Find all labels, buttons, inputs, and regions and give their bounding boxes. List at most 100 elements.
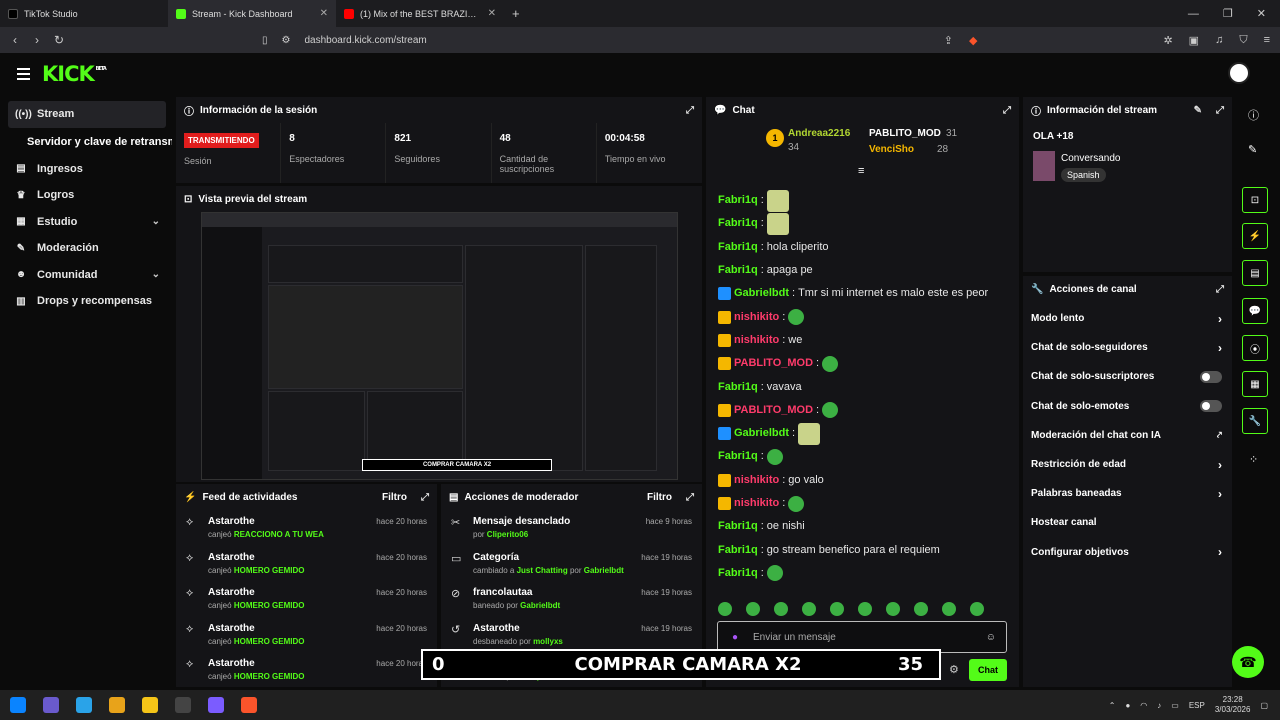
chat-username[interactable]: nishikito xyxy=(734,333,779,348)
emote-icon[interactable] xyxy=(822,402,839,419)
copilot-icon[interactable] xyxy=(109,697,125,713)
sidebar-item-logros[interactable]: ♛ Logros xyxy=(0,182,172,209)
emote-picker-icon[interactable] xyxy=(914,602,928,616)
close-icon[interactable]: ✕ xyxy=(1257,7,1266,20)
feed-user[interactable]: Astarothe xyxy=(208,516,324,527)
edit-icon[interactable]: ✎ xyxy=(1194,105,1202,116)
emote-picker-icon[interactable] xyxy=(830,602,844,616)
minimize-icon[interactable]: — xyxy=(1188,8,1199,20)
brave-icon[interactable] xyxy=(241,697,257,713)
channel-action-row[interactable]: Configurar objetivos › xyxy=(1023,538,1232,567)
expand-icon[interactable]: ⤢ xyxy=(1216,105,1224,116)
chat-username[interactable]: Fabri1q xyxy=(718,193,758,208)
expand-icon[interactable]: ⤢ xyxy=(686,492,694,503)
emote-picker-icon[interactable] xyxy=(718,602,732,616)
url-text[interactable]: dashboard.kick.com/stream xyxy=(304,35,426,46)
tab-youtube[interactable]: (1) Mix of the BEST BRAZILIAN Pl✕ xyxy=(336,0,504,27)
chat-send-button[interactable]: Chat xyxy=(969,659,1007,681)
feed-user[interactable]: Astarothe xyxy=(208,552,304,563)
chat-username[interactable]: Fabri1q xyxy=(718,240,758,255)
edit-icon[interactable]: ✎ xyxy=(1248,143,1257,156)
broadcast-widget-icon[interactable]: ⦿ xyxy=(1242,335,1268,361)
emoji-icon[interactable]: ☺ xyxy=(986,632,996,643)
sidebar-item-ingresos[interactable]: ▤ Ingresos xyxy=(0,156,172,183)
vpn-icon[interactable]: ⛉ xyxy=(1239,34,1247,47)
chat-username[interactable]: nishikito xyxy=(734,496,779,511)
music-icon[interactable]: ♫ xyxy=(1215,34,1223,47)
close-tab-icon[interactable]: ✕ xyxy=(488,8,496,19)
clock[interactable]: 23:28 3/03/2026 xyxy=(1215,695,1251,715)
bolt-widget-icon[interactable]: ⚡ xyxy=(1242,223,1268,249)
feed-user[interactable]: Astarothe xyxy=(208,587,304,598)
chat-username[interactable]: PABLITO_MOD xyxy=(734,403,813,418)
toggle-switch[interactable] xyxy=(1200,370,1222,383)
site-info-icon[interactable]: ⚙ xyxy=(282,35,291,46)
tab-kick[interactable]: Stream - Kick Dashboard ✕ xyxy=(168,0,336,27)
chat-username[interactable]: PABLITO_MOD xyxy=(734,356,813,371)
store-icon[interactable] xyxy=(76,697,92,713)
sidebar-item-server-key[interactable]: Servidor y clave de retransmisión xyxy=(0,128,172,156)
emote-icon[interactable] xyxy=(766,212,789,235)
emote-picker-icon[interactable] xyxy=(942,602,956,616)
expand-icon[interactable]: ⤢ xyxy=(421,492,429,503)
info-icon[interactable]: ⓘ xyxy=(1248,107,1259,123)
chat-username[interactable]: Gabrielbdt xyxy=(734,286,789,301)
wrench-widget-icon[interactable]: 🔧 xyxy=(1242,408,1268,434)
chat-widget-icon[interactable]: 💬 xyxy=(1242,298,1268,324)
mic-icon[interactable]: ● xyxy=(1125,701,1130,710)
help-button[interactable]: ☎ xyxy=(1232,646,1264,678)
mod-action[interactable]: Mensaje desanclado xyxy=(473,516,570,527)
extensions-icon[interactable]: ✲ xyxy=(1163,34,1172,47)
kick-logo[interactable]: KICK BETA xyxy=(42,62,107,86)
channel-action-row[interactable]: Chat de solo-seguidores › xyxy=(1023,333,1232,362)
chat-username[interactable]: Fabri1q xyxy=(718,216,758,231)
sidebar-item-estudio[interactable]: ▦ Estudio ⌄ xyxy=(0,209,172,236)
channel-action-row[interactable]: Restricción de edad › xyxy=(1023,450,1232,479)
mod-action[interactable]: Categoría xyxy=(473,552,624,563)
expand-icon[interactable]: ⤢ xyxy=(1003,105,1011,116)
chat-username[interactable]: Fabri1q xyxy=(718,566,758,581)
emote-icon[interactable] xyxy=(766,448,783,465)
toggle-switch[interactable] xyxy=(1200,400,1222,413)
notes-widget-icon[interactable]: ▤ xyxy=(1242,260,1268,286)
reload-icon[interactable]: ↻ xyxy=(48,33,70,47)
volume-icon[interactable]: ♪ xyxy=(1157,701,1161,710)
emote-icon[interactable] xyxy=(798,422,821,445)
wifi-icon[interactable]: ◠ xyxy=(1140,701,1147,710)
notifications-icon[interactable]: ▢ xyxy=(1260,701,1268,710)
brave-shield-icon[interactable]: ◆ xyxy=(969,34,977,47)
top-gifter-2[interactable]: PABLITO_MOD xyxy=(869,128,941,139)
chat-username[interactable]: Gabrielbdt xyxy=(734,426,789,441)
feed-filter-button[interactable]: Filtro xyxy=(382,492,407,503)
chat-username[interactable]: Fabri1q xyxy=(718,380,758,395)
sidebar-item-stream[interactable]: ((•)) Stream xyxy=(8,101,166,128)
emote-picker-icon[interactable] xyxy=(858,602,872,616)
back-icon[interactable]: ‹ xyxy=(4,33,26,47)
apps-icon[interactable]: ⁘ xyxy=(1249,453,1258,466)
tab-tiktok[interactable]: TikTok Studio xyxy=(0,0,168,27)
chat-username[interactable]: Fabri1q xyxy=(718,263,758,278)
expand-icon[interactable]: ⤢ xyxy=(686,105,694,116)
app-icon[interactable] xyxy=(43,697,59,713)
feed-user[interactable]: Astarothe xyxy=(208,658,304,669)
emote-icon[interactable] xyxy=(766,565,783,582)
chat-settings-icon[interactable]: ⚙ xyxy=(949,663,959,676)
menu-icon[interactable]: ≡ xyxy=(1264,34,1270,47)
channel-action-row[interactable]: Moderación del chat con IA ⤤ xyxy=(1023,421,1232,450)
emote-picker-icon[interactable] xyxy=(886,602,900,616)
obs-icon[interactable] xyxy=(175,697,191,713)
sidebar-icon[interactable]: ▣ xyxy=(1189,34,1199,47)
emote-icon[interactable] xyxy=(788,495,805,512)
category-name[interactable]: Conversando xyxy=(1061,153,1120,164)
emote-icon[interactable] xyxy=(766,189,789,212)
emote-picker-icon[interactable] xyxy=(774,602,788,616)
new-tab-button[interactable]: + xyxy=(512,6,520,21)
preview-widget-icon[interactable]: ⊡ xyxy=(1242,187,1268,213)
chat-username[interactable]: Fabri1q xyxy=(718,519,758,534)
collapse-icon[interactable]: ≡ xyxy=(858,165,864,177)
mod-action[interactable]: Astarothe xyxy=(473,623,563,634)
discord-icon[interactable] xyxy=(208,697,224,713)
channel-action-row[interactable]: Palabras baneadas › xyxy=(1023,479,1232,508)
emote-picker-icon[interactable] xyxy=(802,602,816,616)
emote-picker-icon[interactable] xyxy=(746,602,760,616)
